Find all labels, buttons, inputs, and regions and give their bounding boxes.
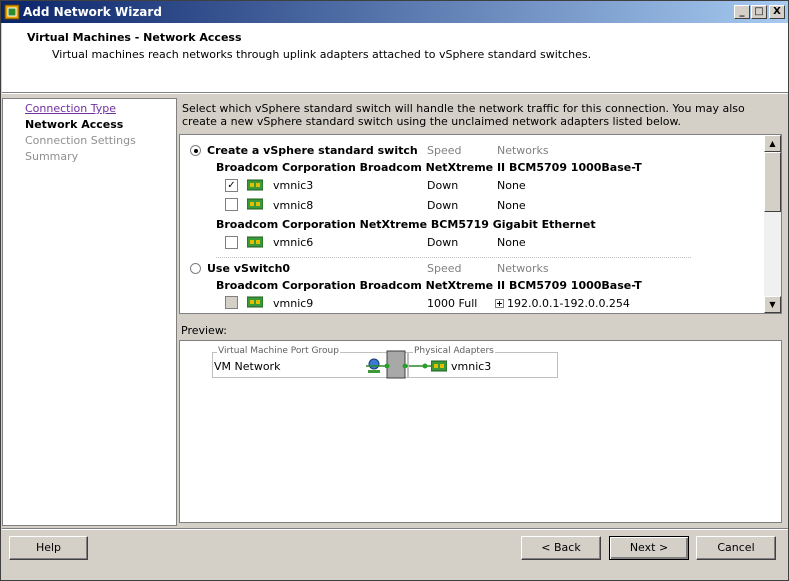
adapter-networks: None bbox=[497, 199, 526, 212]
adapter-speed: Down bbox=[427, 199, 459, 212]
port-group-name: VM Network bbox=[214, 360, 281, 373]
create-switch-radio[interactable] bbox=[190, 145, 201, 156]
adapter-networks: 192.0.0.1-192.0.0.254 bbox=[507, 297, 630, 310]
speed-column-header: Speed bbox=[427, 262, 462, 275]
network-adapter-icon bbox=[247, 198, 263, 210]
footer-divider bbox=[2, 528, 788, 530]
preview-label: Preview: bbox=[181, 324, 227, 337]
nav-step-connection-type[interactable]: Connection Type bbox=[25, 102, 116, 115]
nav-step-summary: Summary bbox=[25, 150, 79, 163]
use-vswitch0-label[interactable]: Use vSwitch0 bbox=[207, 262, 290, 275]
page-subtitle: Virtual machines reach networks through … bbox=[52, 48, 592, 61]
physical-adapters-caption: Physical Adapters bbox=[413, 346, 495, 356]
create-switch-label[interactable]: Create a vSphere standard switch bbox=[207, 144, 418, 157]
network-adapter-icon bbox=[247, 236, 263, 248]
header-divider bbox=[2, 92, 788, 94]
network-adapter-icon bbox=[247, 179, 263, 191]
adapter-name: vmnic6 bbox=[273, 236, 314, 249]
adapter-networks: None bbox=[497, 236, 526, 249]
scroll-down-arrow-icon[interactable]: ▼ bbox=[764, 296, 781, 313]
vmnic6-checkbox[interactable] bbox=[225, 236, 238, 249]
next-button[interactable]: Next > bbox=[609, 536, 689, 560]
maximize-button[interactable]: □ bbox=[751, 5, 767, 19]
adapter-networks: None bbox=[497, 179, 526, 192]
adapter-group-name: Broadcom Corporation Broadcom NetXtreme … bbox=[216, 279, 642, 292]
adapter-speed: Down bbox=[427, 179, 459, 192]
nav-step-network-access: Network Access bbox=[25, 118, 124, 131]
scroll-up-arrow-icon[interactable]: ▲ bbox=[764, 135, 781, 152]
vmnic3-checkbox[interactable]: ✓ bbox=[225, 179, 238, 192]
preview-pane: Virtual Machine Port Group VM Network Ph… bbox=[179, 340, 782, 523]
instructions-text: Select which vSphere standard switch wil… bbox=[182, 102, 745, 128]
main-content: Select which vSphere standard switch wil… bbox=[179, 98, 788, 526]
wizard-window: Add Network Wizard _ □ X Virtual Machine… bbox=[0, 0, 789, 581]
vmnic9-checkbox[interactable] bbox=[225, 296, 238, 309]
page-title: Virtual Machines - Network Access bbox=[27, 31, 242, 44]
option-separator bbox=[216, 257, 691, 258]
port-group-caption: Virtual Machine Port Group bbox=[217, 346, 340, 356]
title-bar[interactable]: Add Network Wizard _ □ X bbox=[1, 1, 788, 23]
vmnic8-checkbox[interactable] bbox=[225, 198, 238, 211]
switch-selection-list: Create a vSphere standard switch Speed N… bbox=[179, 134, 782, 314]
window-title: Add Network Wizard bbox=[23, 5, 162, 19]
adapter-speed: Down bbox=[427, 236, 459, 249]
close-button[interactable]: X bbox=[769, 5, 785, 19]
minimize-button[interactable]: _ bbox=[734, 5, 750, 19]
help-button[interactable]: Help bbox=[9, 536, 88, 560]
wizard-steps-nav: Connection Type Network Access Connectio… bbox=[2, 98, 177, 526]
adapter-name: vmnic8 bbox=[273, 199, 314, 212]
physical-adapters-box: Physical Adapters vmnic3 bbox=[408, 346, 558, 378]
network-adapter-icon bbox=[431, 360, 447, 372]
networks-column-header: Networks bbox=[497, 144, 549, 157]
vsphere-app-icon bbox=[4, 4, 20, 20]
nav-step-connection-settings: Connection Settings bbox=[25, 134, 136, 147]
list-scrollbar[interactable]: ▲ ▼ bbox=[764, 135, 781, 313]
adapter-group-name: Broadcom Corporation NetXtreme BCM5719 G… bbox=[216, 218, 596, 231]
preview-adapter-name: vmnic3 bbox=[451, 360, 492, 373]
cancel-button[interactable]: Cancel bbox=[696, 536, 776, 560]
adapter-name: vmnic9 bbox=[273, 297, 314, 310]
adapter-group-name: Broadcom Corporation Broadcom NetXtreme … bbox=[216, 161, 642, 174]
back-button[interactable]: < Back bbox=[521, 536, 601, 560]
speed-column-header: Speed bbox=[427, 144, 462, 157]
scroll-thumb[interactable] bbox=[764, 152, 781, 212]
networks-column-header: Networks bbox=[497, 262, 549, 275]
use-vswitch0-radio[interactable] bbox=[190, 263, 201, 274]
expand-icon[interactable] bbox=[495, 299, 504, 308]
network-adapter-icon bbox=[247, 296, 263, 308]
adapter-speed: 1000 Full bbox=[427, 297, 478, 310]
wizard-header: Virtual Machines - Network Access Virtua… bbox=[2, 23, 788, 92]
adapter-name: vmnic3 bbox=[273, 179, 314, 192]
